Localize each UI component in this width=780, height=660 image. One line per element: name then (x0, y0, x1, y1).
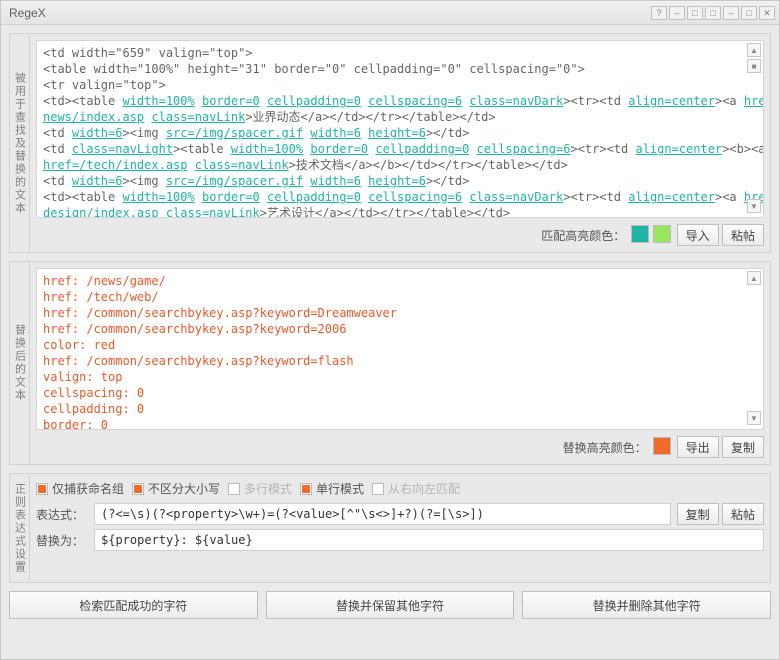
output-line: border: 0 (43, 417, 743, 429)
checkbox-icon (372, 483, 384, 495)
checkbox-icon[interactable] (132, 483, 144, 495)
color-swatch[interactable] (631, 225, 649, 243)
option-不区分大小写[interactable]: 不区分大小写 (132, 480, 220, 497)
window-button[interactable]: □ (705, 6, 721, 20)
替换并删除其他字符-button[interactable]: 替换并删除其他字符 (522, 591, 771, 619)
expression-label: 表达式： (36, 506, 88, 523)
action-bar: 检索匹配成功的字符替换并保留其他字符替换并删除其他字符 (9, 591, 771, 619)
output-text-area[interactable]: href: /news/game/href: /tech/web/href: /… (36, 268, 764, 430)
复制-button[interactable]: 复制 (722, 436, 764, 458)
scroll-down-icon[interactable]: ▼ (747, 199, 761, 213)
settings-panel: 正则表达式设置 仅捕获命名组不区分大小写多行模式单行模式从右向左匹配 表达式： … (9, 473, 771, 583)
output-line: href: /tech/web/ (43, 289, 743, 305)
output-line: cellpadding: 0 (43, 401, 743, 417)
titlebar[interactable]: RegeX ?–□□–□✕ (1, 1, 779, 25)
window-button[interactable]: □ (741, 6, 757, 20)
replace-input[interactable] (94, 529, 764, 551)
output-panel: 替换后的文本 href: /news/game/href: /tech/web/… (9, 261, 771, 465)
output-line: href: /news/game/ (43, 273, 743, 289)
window-button[interactable]: ✕ (759, 6, 775, 20)
expression-input[interactable] (94, 503, 671, 525)
output-side-tab[interactable]: 替换后的文本 (10, 262, 30, 464)
match-color-label: 匹配高亮颜色： (541, 227, 625, 244)
window-button[interactable]: □ (687, 6, 703, 20)
output-line: href: /common/searchbykey.asp?keyword=20… (43, 321, 743, 337)
复制-button[interactable]: 复制 (677, 503, 719, 525)
粘帖-button[interactable]: 粘帖 (722, 503, 764, 525)
导出-button[interactable]: 导出 (677, 436, 719, 458)
window-button[interactable]: ? (651, 6, 667, 20)
output-line: valign: top (43, 369, 743, 385)
粘帖-button[interactable]: 粘帖 (722, 224, 764, 246)
window-button[interactable]: – (669, 6, 685, 20)
scroll-down-icon[interactable]: ▼ (747, 411, 761, 425)
scroll-mid-icon[interactable]: ■ (747, 59, 761, 73)
input-side-tab[interactable]: 被用于查找及替换的文本 (10, 34, 30, 252)
checkbox-icon (228, 483, 240, 495)
output-line: color: red (43, 337, 743, 353)
scroll-up-icon[interactable]: ▲ (747, 271, 761, 285)
option-从右向左匹配: 从右向左匹配 (372, 480, 460, 497)
app-window: RegeX ?–□□–□✕ 被用于查找及替换的文本 <td width="659… (0, 0, 780, 660)
color-swatch[interactable] (653, 225, 671, 243)
color-swatch[interactable] (653, 437, 671, 455)
option-多行模式: 多行模式 (228, 480, 292, 497)
replace-color-label: 替换高亮颜色： (563, 439, 647, 456)
替换并保留其他字符-button[interactable]: 替换并保留其他字符 (266, 591, 515, 619)
option-单行模式[interactable]: 单行模式 (300, 480, 364, 497)
replace-label: 替换为： (36, 532, 88, 549)
检索匹配成功的字符-button[interactable]: 检索匹配成功的字符 (9, 591, 258, 619)
app-title: RegeX (9, 6, 46, 20)
option-仅捕获命名组[interactable]: 仅捕获命名组 (36, 480, 124, 497)
window-button[interactable]: – (723, 6, 739, 20)
scroll-up-icon[interactable]: ▲ (747, 43, 761, 57)
input-text-area[interactable]: <td width="659" valign="top"> <table wid… (36, 40, 764, 218)
output-line: href: /common/searchbykey.asp?keyword=fl… (43, 353, 743, 369)
checkbox-icon[interactable] (36, 483, 48, 495)
checkbox-icon[interactable] (300, 483, 312, 495)
output-line: href: /common/searchbykey.asp?keyword=Dr… (43, 305, 743, 321)
output-line: cellspacing: 0 (43, 385, 743, 401)
settings-side-tab[interactable]: 正则表达式设置 (10, 474, 30, 582)
input-panel: 被用于查找及替换的文本 <td width="659" valign="top"… (9, 33, 771, 253)
导入-button[interactable]: 导入 (677, 224, 719, 246)
